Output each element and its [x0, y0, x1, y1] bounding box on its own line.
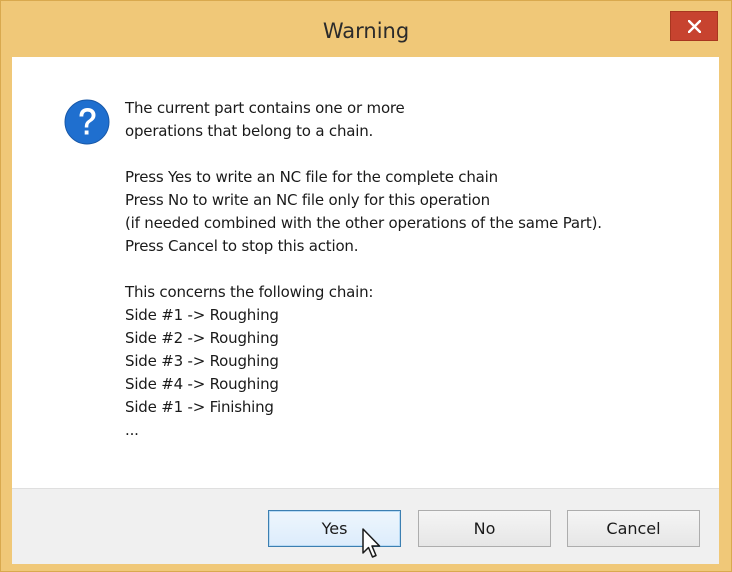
chain-item: Side #3 -> Roughing	[125, 352, 279, 370]
no-button[interactable]: No	[418, 510, 551, 547]
message-line: The current part contains one or more	[125, 99, 405, 117]
chain-item: Side #4 -> Roughing	[125, 375, 279, 393]
dialog-content: The current part contains one or more op…	[12, 57, 719, 488]
instruction-line: Press Yes to write an NC file for the co…	[125, 168, 498, 186]
close-button[interactable]	[670, 11, 718, 41]
question-icon	[64, 99, 110, 145]
instruction-line: Press No to write an NC file only for th…	[125, 191, 490, 209]
chain-header: This concerns the following chain:	[125, 283, 374, 301]
chain-ellipsis: ...	[125, 421, 139, 439]
cancel-button[interactable]: Cancel	[567, 510, 700, 547]
warning-dialog-window: Warning The current part contains one or…	[0, 0, 732, 572]
dialog-message: The current part contains one or more op…	[125, 97, 705, 442]
title-bar[interactable]: Warning	[1, 1, 731, 57]
instruction-line: Press Cancel to stop this action.	[125, 237, 359, 255]
mouse-pointer-icon	[362, 528, 381, 558]
chain-item: Side #1 -> Roughing	[125, 306, 279, 324]
chain-item: Side #2 -> Roughing	[125, 329, 279, 347]
chain-item: Side #1 -> Finishing	[125, 398, 274, 416]
message-line: operations that belong to a chain.	[125, 122, 374, 140]
dialog-client-area: The current part contains one or more op…	[12, 57, 719, 564]
close-icon	[688, 20, 701, 33]
instruction-line: (if needed combined with the other opera…	[125, 214, 602, 232]
window-title: Warning	[322, 19, 410, 43]
